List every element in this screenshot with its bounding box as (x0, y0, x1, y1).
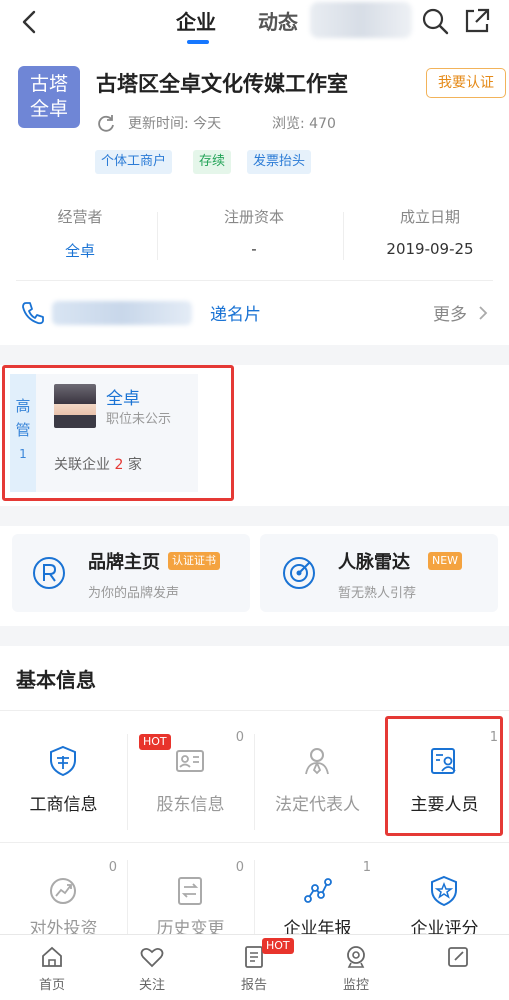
blurred-phone (52, 301, 192, 325)
grid-item-business-info[interactable]: 工商信息 (0, 730, 127, 836)
rating-icon (431, 875, 457, 907)
nav-label: 报告 (240, 978, 267, 993)
grid-count: 0 (235, 730, 244, 745)
nav-label: 监控 (342, 978, 369, 993)
tab-news[interactable]: 动态 (258, 6, 298, 35)
report-icon (304, 878, 332, 903)
hot-badge: HOT (139, 734, 171, 750)
grid-count: 0 (108, 860, 117, 875)
phone-icon[interactable] (20, 300, 46, 326)
company-logo: 古塔 全卓 (18, 66, 80, 128)
update-time: 更新时间: 今天 (128, 116, 222, 132)
highlight-box (385, 716, 503, 836)
logo-line-2: 全卓 (29, 98, 68, 120)
id-card-icon (176, 750, 204, 772)
new-badge: NEW (428, 552, 463, 570)
nav-home[interactable]: 首页 (12, 940, 92, 993)
person-icon (305, 748, 329, 775)
view-count: 浏览: 470 (272, 116, 336, 132)
grid-label: 法定代表人 (275, 795, 360, 815)
grid-label: 股东信息 (156, 795, 225, 815)
section-gap (0, 506, 509, 526)
nav-label: 关注 (138, 978, 165, 993)
radar-icon (283, 557, 315, 589)
tab-company[interactable]: 企业 (176, 6, 216, 35)
company-name: 古塔区全卓文化传媒工作室 (96, 72, 348, 96)
grid-item-annual-report[interactable]: 1 企业年报 (254, 860, 381, 940)
founded-label: 成立日期 (399, 208, 460, 226)
divider (157, 212, 158, 260)
highlight-box (2, 365, 234, 501)
certificate-badge: 认证证书 (168, 552, 220, 570)
shield-icon (50, 745, 76, 777)
divider (0, 710, 509, 711)
nav-edit[interactable] (418, 940, 498, 974)
chevron-right-icon[interactable] (476, 304, 490, 322)
grid-item-history[interactable]: 0 历史变更 (127, 860, 254, 940)
nav-follow[interactable]: 关注 (112, 940, 192, 993)
divider (16, 280, 493, 281)
tag-status[interactable]: 存续 (193, 150, 232, 174)
share-icon[interactable] (462, 6, 492, 36)
logo-line-1: 古塔 (29, 73, 68, 95)
grid-count: 1 (362, 860, 371, 875)
capital-label: 注册资本 (223, 208, 284, 226)
brand-r-icon (33, 557, 65, 589)
grid-item-investment[interactable]: 0 对外投资 (0, 860, 127, 940)
grid-label: 工商信息 (29, 795, 98, 815)
investment-icon (50, 878, 76, 904)
blurred-region (310, 2, 412, 38)
grid-item-shareholders[interactable]: HOT 0 股东信息 (127, 730, 254, 836)
section-gap (0, 626, 509, 646)
operator-value[interactable]: 全卓 (0, 240, 160, 261)
tag-type[interactable]: 个体工商户 (95, 150, 173, 174)
capital-value: - (251, 240, 257, 258)
grid-item-legal-rep[interactable]: 法定代表人 (254, 730, 381, 836)
edit-icon (448, 947, 468, 967)
hot-badge: HOT (262, 938, 294, 954)
section-gap (0, 345, 509, 365)
nav-label: 首页 (38, 978, 65, 993)
send-card-link[interactable]: 递名片 (210, 300, 261, 325)
back-arrow-icon[interactable] (14, 6, 46, 38)
basic-info-title: 基本信息 (16, 668, 96, 692)
camera-icon (347, 946, 365, 968)
divider (343, 212, 344, 260)
founded-value: 2019-09-25 (386, 240, 474, 258)
more-link[interactable]: 更多 (433, 300, 467, 325)
operator-label: 经营者 (57, 208, 103, 226)
refresh-icon[interactable] (96, 113, 116, 133)
radar-title: 人脉雷达 (338, 552, 410, 573)
nav-monitor[interactable]: 监控 (316, 940, 396, 993)
radar-subtitle: 暂无熟人引荐 (338, 586, 417, 601)
divider (0, 842, 509, 843)
active-tab-indicator (187, 40, 209, 44)
brand-subtitle: 为你的品牌发声 (88, 586, 180, 601)
search-icon[interactable] (420, 6, 450, 36)
grid-item-rating[interactable]: 企业评分 (381, 860, 508, 940)
grid-count: 0 (235, 860, 244, 875)
brand-title: 品牌主页 (88, 552, 160, 573)
home-icon (42, 946, 62, 967)
tag-invoice[interactable]: 发票抬头 (247, 150, 312, 174)
change-icon (178, 877, 202, 905)
heart-icon (140, 947, 164, 968)
verify-button[interactable]: 我要认证 (426, 68, 506, 98)
